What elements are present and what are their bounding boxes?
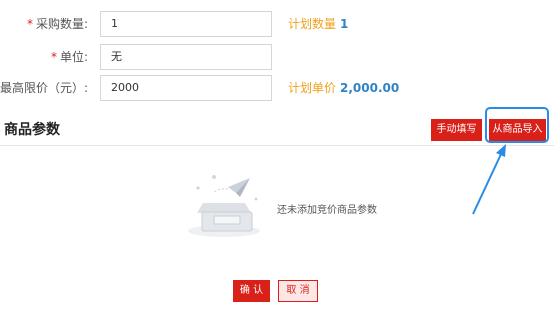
planned-price-hint: 计划单价 2,000.00 bbox=[288, 81, 400, 95]
required-mark: * bbox=[26, 17, 33, 31]
quantity-label-wrap: * 采购数量: bbox=[0, 11, 88, 37]
unit-label-wrap: * 单位: bbox=[0, 44, 88, 70]
empty-state-text: 还未添加竞价商品参数 bbox=[277, 205, 377, 216]
manual-fill-button[interactable]: 手动填写 bbox=[431, 119, 482, 141]
section-divider bbox=[0, 145, 554, 146]
required-mark: * bbox=[50, 50, 57, 64]
planned-price-value: 2,000.00 bbox=[340, 81, 400, 95]
quantity-label: * 采购数量: bbox=[26, 17, 88, 31]
unit-input[interactable]: 无 bbox=[100, 44, 272, 70]
import-button-highlight bbox=[485, 107, 549, 143]
planned-quantity-hint: 计划数量 1 bbox=[288, 17, 349, 31]
cancel-button[interactable]: 取 消 bbox=[278, 280, 318, 302]
max-price-label: *最高限价（元）: bbox=[0, 81, 88, 95]
max-price-input[interactable]: 2000 bbox=[100, 75, 272, 101]
unit-label: * 单位: bbox=[50, 50, 88, 64]
max-price-label-wrap: *最高限价（元）: bbox=[0, 75, 88, 101]
product-params-title: 商品参数 bbox=[4, 122, 60, 138]
planned-quantity-value: 1 bbox=[340, 17, 349, 31]
quantity-input[interactable]: 1 bbox=[100, 11, 272, 37]
confirm-button[interactable]: 确 认 bbox=[233, 280, 270, 302]
